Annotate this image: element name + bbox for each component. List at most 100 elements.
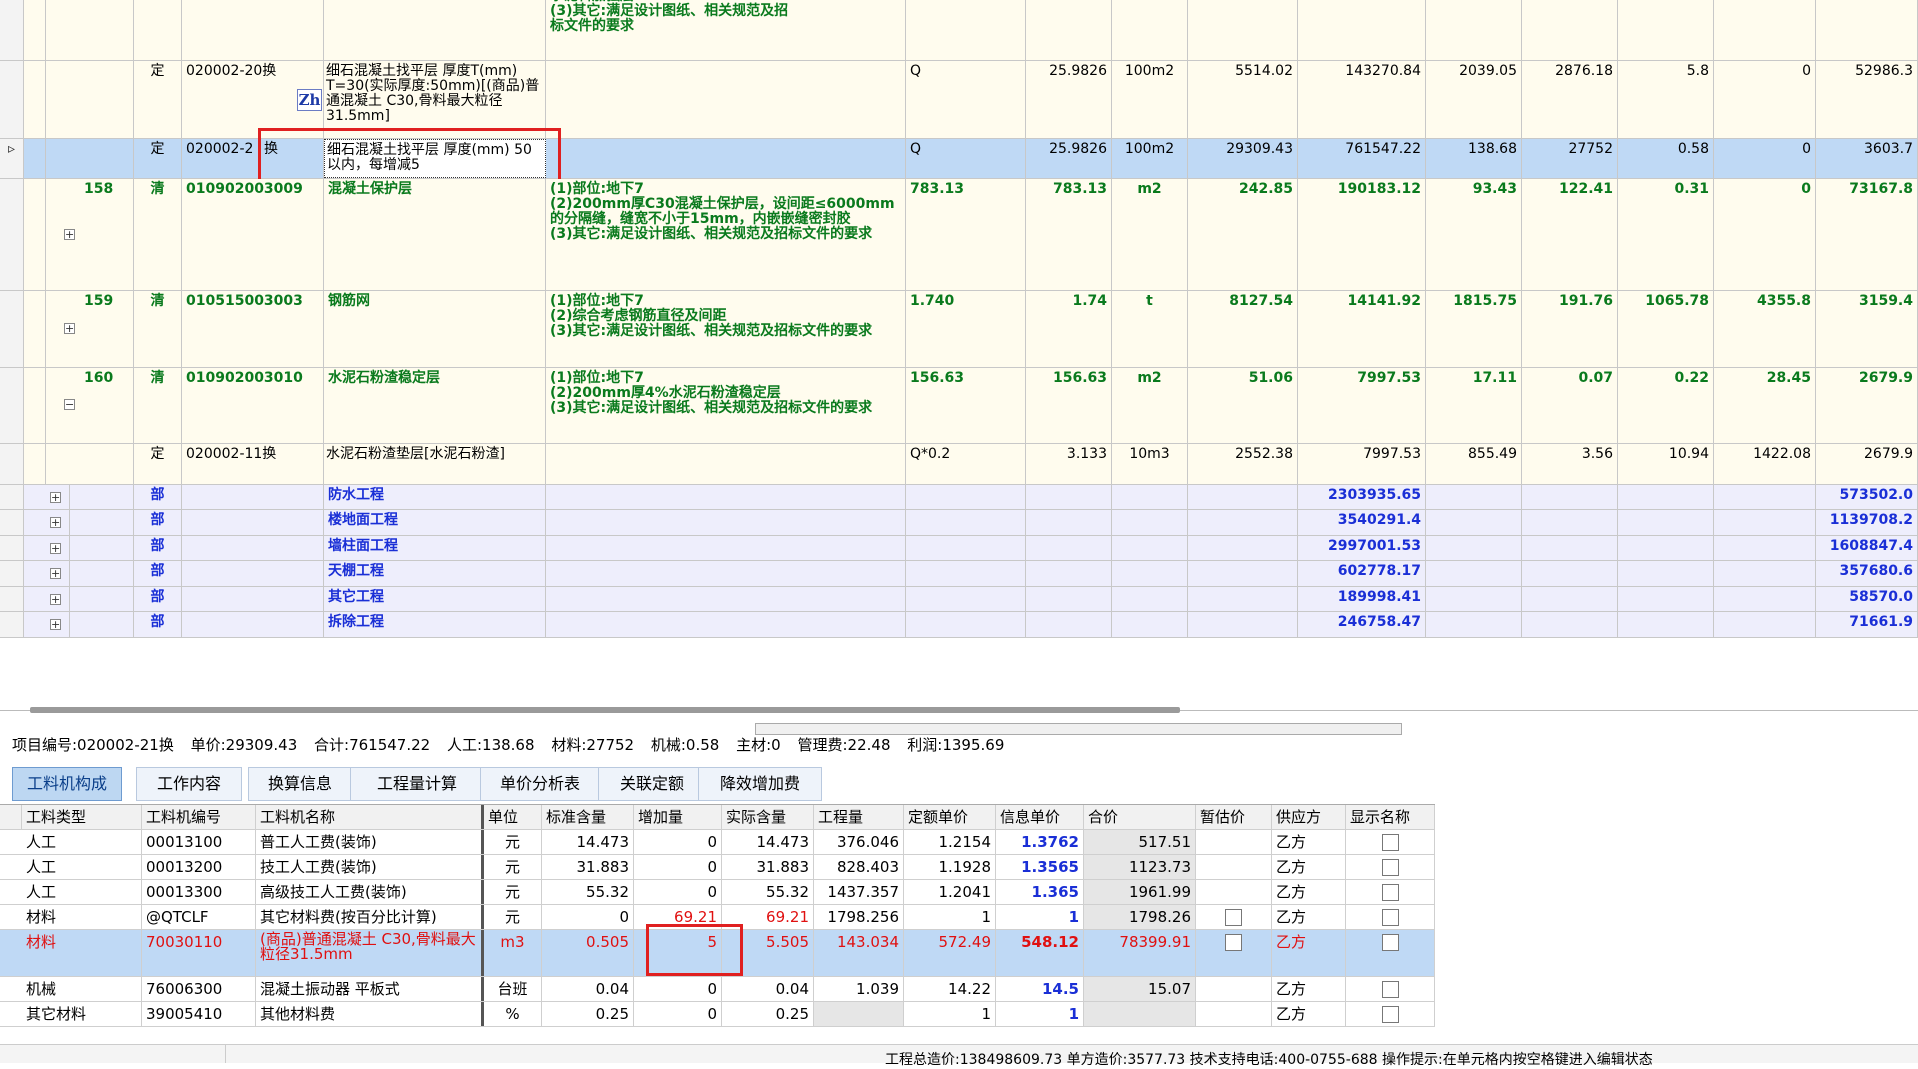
col-header[interactable]: 暂估价 bbox=[1196, 805, 1272, 829]
table-row[interactable]: 160 清 010902003010 水泥石粉渣稳定层 (1)部位:地下7 (2… bbox=[0, 368, 1918, 444]
res-show-name[interactable] bbox=[1346, 880, 1435, 904]
section-row[interactable]: + 部 拆除工程 246758.47 71661.9 bbox=[0, 612, 1918, 638]
expand-plus-icon[interactable]: + bbox=[50, 543, 61, 554]
table-row[interactable]: 159 清 010515003003 钢筋网 (1)部位:地下7 (2)综合考虑… bbox=[0, 291, 1918, 368]
res-add[interactable]: 0 bbox=[634, 977, 722, 1001]
resource-row[interactable]: 机械 76006300 混凝土振动器 平板式 台班 0.04 0 0.04 1.039 14.2… bbox=[0, 977, 1435, 1002]
res-show-name[interactable] bbox=[1346, 830, 1435, 854]
row-header[interactable] bbox=[0, 291, 24, 367]
show-name-checkbox[interactable] bbox=[1381, 859, 1399, 876]
col-header[interactable]: 显示名称 bbox=[1346, 805, 1435, 829]
res-info-price[interactable]: 1 bbox=[996, 905, 1084, 929]
estimate-checkbox[interactable] bbox=[1225, 934, 1242, 951]
resource-row[interactable]: 人工 00013100 普工人工费(装饰) 元 14.473 0 14.473 376.046… bbox=[0, 830, 1435, 855]
horizontal-scrollbar[interactable] bbox=[30, 707, 1180, 713]
res-add[interactable]: 0 bbox=[634, 1002, 722, 1026]
expand-plus-icon[interactable]: + bbox=[50, 517, 61, 528]
table-row[interactable]: 定 020002-11换 水泥石粉渣垫层[水泥石粉渣] Q*0.2 3.133 … bbox=[0, 444, 1918, 485]
tab-resource-composition[interactable]: 工料机构成 bbox=[12, 767, 122, 801]
tab-efficiency-fee[interactable]: 降效增加费 bbox=[698, 767, 822, 801]
res-info-price[interactable]: 14.5 bbox=[996, 977, 1084, 1001]
show-name-checkbox[interactable] bbox=[1381, 981, 1399, 998]
row-header[interactable] bbox=[0, 0, 24, 60]
col-header[interactable]: 定额单价 bbox=[904, 805, 996, 829]
expand-plus-icon[interactable]: + bbox=[50, 594, 61, 605]
show-name-checkbox[interactable] bbox=[1381, 834, 1399, 851]
res-show-name[interactable] bbox=[1346, 930, 1435, 976]
show-name-checkbox[interactable] bbox=[1381, 934, 1399, 951]
row-header[interactable] bbox=[0, 510, 24, 535]
res-show-name[interactable] bbox=[1346, 1002, 1435, 1026]
res-show-name[interactable] bbox=[1346, 905, 1435, 929]
section-row[interactable]: + 部 防水工程 2303935.65 573502.0 bbox=[0, 485, 1918, 510]
res-info-price[interactable]: 548.12 bbox=[996, 930, 1084, 976]
row-header[interactable] bbox=[0, 444, 24, 484]
res-supplier[interactable]: 乙方 bbox=[1272, 905, 1346, 929]
table-row[interactable]: 水泥料加强层 (3)其它:满足设计图纸、相关规范及招 标文件的要求 bbox=[0, 0, 1918, 61]
col-header[interactable]: 合价 bbox=[1084, 805, 1196, 829]
resource-grid[interactable]: 工料类型 工料机编号 工料机名称 单位 标准含量 增加量 实际含量 工程量 定额… bbox=[0, 804, 1435, 1029]
section-row[interactable]: + 部 天棚工程 602778.17 357680.6 bbox=[0, 561, 1918, 587]
res-info-price[interactable]: 1 bbox=[996, 1002, 1084, 1026]
col-header[interactable]: 工料机名称 bbox=[256, 805, 484, 829]
res-supplier[interactable]: 乙方 bbox=[1272, 930, 1346, 976]
expand-plus-icon[interactable]: + bbox=[50, 492, 61, 503]
col-header[interactable]: 实际含量 bbox=[722, 805, 814, 829]
row-header[interactable] bbox=[0, 485, 24, 509]
res-show-name[interactable] bbox=[1346, 855, 1435, 879]
section-row[interactable]: + 部 墙柱面工程 2997001.53 1608847.4 bbox=[0, 536, 1918, 561]
tab-quantity-calc[interactable]: 工程量计算 bbox=[350, 767, 484, 801]
tab-related-quota[interactable]: 关联定额 bbox=[598, 767, 706, 801]
res-add[interactable]: 0 bbox=[634, 830, 722, 854]
collapse-minus-icon[interactable]: − bbox=[64, 399, 75, 410]
section-row[interactable]: + 部 其它工程 189998.41 58570.0 bbox=[0, 587, 1918, 612]
tab-work-content[interactable]: 工作内容 bbox=[136, 767, 242, 801]
summary-code: 项目编号:020002-21换 bbox=[12, 736, 174, 754]
col-header[interactable]: 供应方 bbox=[1272, 805, 1346, 829]
res-info-price[interactable]: 1.365 bbox=[996, 880, 1084, 904]
row-header[interactable] bbox=[0, 61, 24, 138]
col-header[interactable]: 增加量 bbox=[634, 805, 722, 829]
col-header[interactable]: 标准含量 bbox=[542, 805, 634, 829]
res-supplier[interactable]: 乙方 bbox=[1272, 855, 1346, 879]
show-name-checkbox[interactable] bbox=[1381, 884, 1399, 901]
resource-row[interactable]: 人工 00013300 高级技工人工费(装饰) 元 55.32 0 55.32 1437.35… bbox=[0, 880, 1435, 905]
expand-plus-icon[interactable]: + bbox=[64, 323, 75, 334]
expand-plus-icon[interactable]: + bbox=[50, 568, 61, 579]
row-header[interactable] bbox=[0, 179, 24, 290]
res-show-name[interactable] bbox=[1346, 977, 1435, 1001]
show-name-checkbox[interactable] bbox=[1381, 909, 1399, 926]
row-header[interactable] bbox=[0, 368, 24, 443]
res-info-price[interactable]: 1.3565 bbox=[996, 855, 1084, 879]
row-header[interactable] bbox=[0, 561, 24, 586]
col-header[interactable]: 工料机编号 bbox=[142, 805, 256, 829]
col-header[interactable]: 工程量 bbox=[814, 805, 904, 829]
res-supplier[interactable]: 乙方 bbox=[1272, 977, 1346, 1001]
res-supplier[interactable]: 乙方 bbox=[1272, 1002, 1346, 1026]
res-add[interactable]: 0 bbox=[634, 855, 722, 879]
col-header[interactable]: 单位 bbox=[484, 805, 542, 829]
tab-price-analysis[interactable]: 单价分析表 bbox=[480, 767, 600, 801]
expand-plus-icon[interactable]: + bbox=[64, 229, 75, 240]
res-supplier[interactable]: 乙方 bbox=[1272, 830, 1346, 854]
res-info-price[interactable]: 1.3762 bbox=[996, 830, 1084, 854]
row-header[interactable] bbox=[0, 536, 24, 560]
table-row[interactable]: 158 清 010902003009 混凝土保护层 (1)部位:地下7 (2)2… bbox=[0, 179, 1918, 291]
res-quota-price: 1 bbox=[904, 1002, 996, 1026]
col-header[interactable]: 信息单价 bbox=[996, 805, 1084, 829]
res-add[interactable]: 0 bbox=[634, 880, 722, 904]
bill-grid[interactable]: 水泥料加强层 (3)其它:满足设计图纸、相关规范及招 标文件的要求 定 0200… bbox=[0, 0, 1918, 713]
res-estimate[interactable] bbox=[1196, 930, 1272, 976]
res-supplier[interactable]: 乙方 bbox=[1272, 880, 1346, 904]
tab-conversion-info[interactable]: 换算信息 bbox=[248, 767, 352, 801]
res-estimate[interactable] bbox=[1196, 905, 1272, 929]
resource-row[interactable]: 人工 00013200 技工人工费(装饰) 元 31.883 0 31.883 828.403… bbox=[0, 855, 1435, 880]
expand-plus-icon[interactable]: + bbox=[50, 619, 61, 630]
resource-row[interactable]: 其它材料 39005410 其他材料费% 0.25 0 0.25 1 1 乙方 bbox=[0, 1002, 1435, 1027]
show-name-checkbox[interactable] bbox=[1381, 1006, 1399, 1023]
section-row[interactable]: + 部 楼地面工程 3540291.4 1139708.2 bbox=[0, 510, 1918, 536]
row-header[interactable] bbox=[0, 612, 24, 637]
row-header[interactable] bbox=[0, 587, 24, 611]
estimate-checkbox[interactable] bbox=[1225, 909, 1242, 926]
col-header[interactable]: 工料类型 bbox=[22, 805, 142, 829]
